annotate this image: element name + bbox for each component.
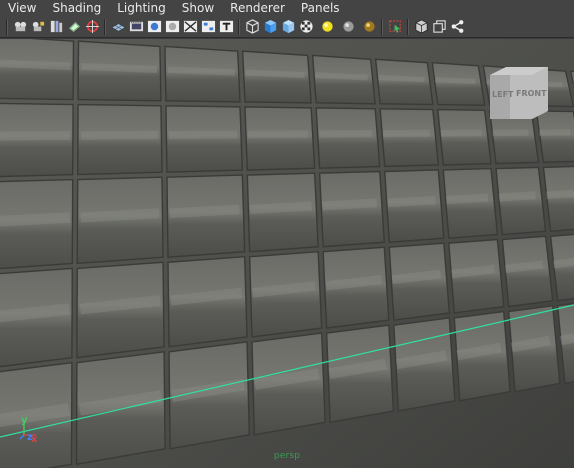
ambient-occlusion-icon[interactable] [361, 19, 377, 35]
wall-tile [431, 61, 486, 107]
tile-texture-streak [446, 193, 489, 205]
tile-texture-streak [391, 269, 442, 285]
lock-camera-icon[interactable] [30, 19, 46, 35]
menu-lighting[interactable]: Lighting [109, 0, 174, 16]
default-material-icon[interactable] [280, 19, 296, 35]
axis-gizmo: y z x [19, 415, 38, 445]
menu-view[interactable]: View [0, 0, 44, 16]
tile-texture-streak [0, 212, 70, 227]
menu-panels[interactable]: Panels [293, 0, 348, 16]
textured-icon[interactable] [298, 19, 314, 35]
tile-texture-streak [245, 69, 305, 79]
panel-toolbar [0, 16, 574, 38]
xray-active-components-icon[interactable] [431, 19, 447, 35]
tile-texture-streak [0, 131, 71, 141]
resolution-gate-icon[interactable] [146, 19, 162, 35]
tile-texture-streak [167, 66, 235, 76]
viewcube-front-label[interactable]: FRONT [516, 89, 547, 98]
tile-texture-streak [250, 201, 312, 214]
wireframe-icon[interactable] [244, 19, 260, 35]
axis-x-label: x [31, 434, 38, 445]
tile-texture-streak [81, 62, 158, 74]
safe-action-icon[interactable] [200, 19, 216, 35]
tile-texture-streak [435, 77, 476, 85]
tile-texture-streak [322, 198, 377, 211]
toolbar-separator [6, 18, 8, 35]
film-gate-icon[interactable] [128, 19, 144, 35]
toolbar-separator [407, 18, 409, 35]
field-chart-icon[interactable] [182, 19, 198, 35]
tile-texture-streak [252, 281, 316, 298]
shadows-icon[interactable] [340, 19, 356, 35]
tile-texture-streak [451, 264, 495, 279]
tile-texture-streak [498, 191, 536, 202]
tile-texture-streak [553, 258, 574, 269]
xray-icon[interactable] [413, 19, 429, 35]
tile-texture-streak [0, 59, 71, 71]
safe-title-icon[interactable] [218, 19, 234, 35]
gate-mask-icon[interactable] [164, 19, 180, 35]
tile-texture-streak [504, 260, 544, 274]
smooth-shade-icon[interactable] [262, 19, 278, 35]
tile-texture-streak [169, 204, 240, 219]
menu-renderer[interactable]: Renderer [222, 0, 293, 16]
toolbar-separator [381, 18, 383, 35]
share-icon[interactable] [449, 19, 465, 35]
wall-tile [315, 107, 381, 169]
wall-tile [374, 58, 434, 106]
menu-bar: View Shading Lighting Show Renderer Pane… [0, 0, 574, 16]
use-all-lights-icon[interactable] [319, 19, 335, 35]
menu-show[interactable]: Show [174, 0, 222, 16]
tile-texture-streak [325, 275, 382, 291]
axis-z-line [19, 434, 25, 440]
2d-pan-zoom-icon[interactable] [84, 19, 100, 35]
tile-texture-streak [546, 189, 574, 200]
isolate-select-icon[interactable] [387, 19, 403, 35]
tile-texture-streak [81, 130, 158, 140]
perspective-viewport[interactable]: LEFT FRONT y z x persp [0, 39, 574, 468]
camera-name-label: persp [273, 451, 301, 461]
tile-texture-streak [387, 195, 436, 208]
select-camera-icon[interactable] [12, 19, 28, 35]
toolbar-separator [104, 18, 106, 35]
wall-tile [165, 105, 244, 173]
axis-y-label: y [21, 415, 28, 426]
wall-tile [244, 106, 316, 171]
viewcube-left-label[interactable]: LEFT [492, 90, 514, 99]
view-cube[interactable]: LEFT FRONT [484, 67, 554, 127]
menu-shading[interactable]: Shading [44, 0, 109, 16]
tile-texture-streak [80, 208, 160, 223]
tile-texture-streak [315, 72, 368, 81]
bookmarks-icon[interactable] [48, 19, 64, 35]
image-plane-icon[interactable] [66, 19, 82, 35]
tile-texture-streak [378, 74, 425, 83]
wall-tile [379, 108, 440, 168]
toolbar-separator [238, 18, 240, 35]
grid-icon[interactable] [110, 19, 126, 35]
